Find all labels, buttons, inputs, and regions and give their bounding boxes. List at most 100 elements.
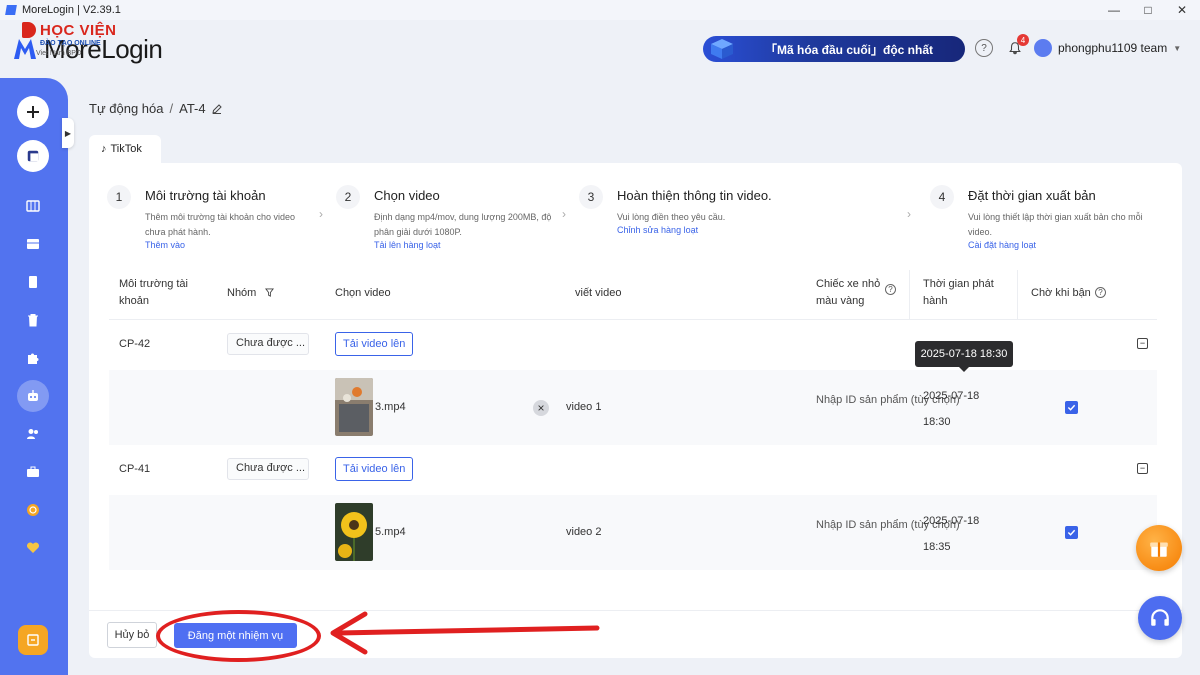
team-switcher[interactable]: phongphu1109 team ▼	[1034, 39, 1181, 57]
step-number: 1	[107, 185, 131, 209]
chevron-right-icon: ›	[319, 207, 323, 221]
sidebar-item-billing[interactable]	[25, 502, 41, 518]
step-link-add[interactable]: Thêm vào	[145, 240, 185, 250]
video-filename: 5.mp4	[375, 526, 406, 538]
profiles-button[interactable]	[17, 140, 49, 172]
step-number: 3	[579, 185, 603, 209]
breadcrumb-separator: /	[169, 101, 174, 116]
sidebar-item-favorites[interactable]	[25, 540, 41, 556]
chevron-right-icon: ›	[562, 207, 566, 221]
breadcrumb: Tự động hóa / AT-4	[89, 101, 222, 116]
list-item: 3.mp4 × video 1 Nhập ID sản phẩm (tùy ch…	[109, 370, 1157, 445]
headset-icon	[1151, 609, 1169, 626]
help-icon[interactable]: ?	[975, 39, 993, 57]
time-tooltip: 2025-07-18 18:30	[915, 341, 1013, 372]
minimize-icon[interactable]: —	[1096, 0, 1132, 20]
tiktok-icon: ♪	[101, 143, 107, 155]
col-header-product: Chiếc xe nhỏ màu vàng	[816, 278, 881, 307]
robot-icon	[28, 390, 38, 401]
notification-badge: 4	[1017, 34, 1029, 46]
heart-icon	[26, 542, 40, 553]
gift-button[interactable]	[1136, 525, 1182, 571]
sidebar-item-files[interactable]	[25, 274, 41, 290]
window-title: MoreLogin | V2.39.1	[22, 4, 121, 16]
col-header-group[interactable]: Nhóm	[227, 285, 275, 302]
step-description: Thêm môi trường tài khoản cho video chưa…	[145, 212, 295, 237]
env-name: CP-41	[119, 463, 151, 475]
step-description: Định dạng mp4/mov, dung lượng 200MB, độ …	[374, 212, 552, 237]
sidebar-item-team[interactable]	[25, 426, 41, 442]
table-row: CP-41 Chưa được ... Tải video lên −	[109, 445, 1157, 495]
publish-time-picker[interactable]: 2025-07-18 18:35	[923, 508, 979, 560]
support-button[interactable]	[1138, 596, 1182, 640]
step-title: Chọn video	[374, 188, 440, 203]
upload-video-button[interactable]: Tải video lên	[335, 332, 414, 356]
browser-icon	[27, 150, 39, 162]
task-card: 1 Môi trường tài khoản Thêm môi trường t…	[89, 163, 1182, 658]
sidebar-item-automation[interactable]	[25, 388, 41, 404]
step-title: Đặt thời gian xuất bản	[968, 188, 1096, 203]
watermark-subtext-2: Viet Nam BPO	[36, 50, 82, 57]
sidebar-toggle-button[interactable]: ▶	[62, 118, 74, 148]
gift-card-icon	[27, 634, 39, 646]
breadcrumb-current: AT-4	[179, 101, 206, 116]
video-title-input[interactable]: video 1	[566, 401, 601, 413]
breadcrumb-parent[interactable]: Tự động hóa	[89, 101, 163, 116]
video-title-input[interactable]: video 2	[566, 526, 601, 538]
video-filename: 3.mp4	[375, 401, 406, 413]
cube-icon	[711, 39, 733, 59]
col-header-title: viết video	[575, 287, 622, 299]
watermark-text: HỌC VIỆN	[40, 22, 117, 39]
step-link-bulk-settings[interactable]: Cài đặt hàng loạt	[968, 240, 1036, 250]
morelogin-logo-icon	[14, 39, 36, 59]
env-name: CP-42	[119, 338, 151, 350]
collapse-icon[interactable]: −	[1137, 338, 1148, 349]
wait-checkbox[interactable]	[1065, 401, 1078, 414]
upload-video-button[interactable]: Tải video lên	[335, 457, 414, 481]
sidebar-item-trash[interactable]	[25, 312, 41, 328]
brand: MoreLogin HỌC VIỆN ĐÀO TẠO ONLINE Viet N…	[14, 22, 184, 76]
add-profile-button[interactable]	[17, 96, 49, 128]
chevron-right-icon: ›	[907, 207, 911, 221]
promo-banner[interactable]: 「Mã hóa đầu cuối」độc nhất	[703, 36, 965, 62]
cancel-button[interactable]: Hủy bỏ	[107, 622, 157, 648]
info-icon[interactable]: ?	[1095, 287, 1106, 298]
sidebar-item-groups[interactable]	[25, 236, 41, 252]
team-name: phongphu1109 team	[1058, 41, 1168, 55]
collapse-icon[interactable]: −	[1137, 463, 1148, 474]
step-link-bulk-upload[interactable]: Tải lên hàng loạt	[374, 240, 441, 250]
sidebar-item-extensions[interactable]	[25, 350, 41, 366]
watermark-subtext: ĐÀO TẠO ONLINE	[40, 40, 101, 47]
col-header-wait: Chờ khi bận	[1031, 287, 1091, 299]
briefcase-icon	[27, 466, 39, 477]
list-icon	[27, 239, 39, 249]
remove-video-icon[interactable]: ×	[533, 400, 549, 416]
chevron-down-icon: ▼	[1173, 43, 1182, 53]
step-description: Vui lòng thiết lập thời gian xuất bản ch…	[968, 212, 1143, 237]
sidebar-item-proxy[interactable]	[25, 464, 41, 480]
users-icon	[27, 429, 38, 439]
tab-tiktok[interactable]: ♪ TikTok	[89, 135, 161, 163]
video-thumbnail	[335, 378, 373, 436]
video-thumbnail	[335, 503, 373, 561]
close-icon[interactable]: ✕	[1164, 0, 1200, 20]
sidebar	[0, 78, 68, 675]
group-select[interactable]: Chưa được ...	[227, 458, 309, 480]
col-header-time: Thời gian phát hành	[923, 278, 994, 307]
sidebar-item-dashboard[interactable]	[25, 198, 41, 214]
chevron-right-icon: ▶	[64, 128, 72, 138]
group-select[interactable]: Chưa được ...	[227, 333, 309, 355]
step-link-bulk-edit[interactable]: Chỉnh sửa hàng loạt	[617, 225, 698, 235]
info-icon[interactable]: ?	[885, 284, 896, 295]
wait-checkbox[interactable]	[1065, 526, 1078, 539]
filter-icon[interactable]	[265, 288, 275, 297]
plus-icon	[27, 106, 39, 118]
column-divider	[1017, 270, 1018, 320]
edit-icon[interactable]	[211, 103, 222, 114]
maximize-icon[interactable]: □	[1130, 0, 1166, 20]
watermark-logo-icon	[22, 22, 36, 38]
sidebar-item-referral[interactable]	[18, 625, 48, 655]
step-title: Môi trường tài khoản	[145, 188, 266, 203]
publish-time-picker[interactable]: 2025-07-18 18:30	[923, 383, 979, 435]
step-number: 2	[336, 185, 360, 209]
